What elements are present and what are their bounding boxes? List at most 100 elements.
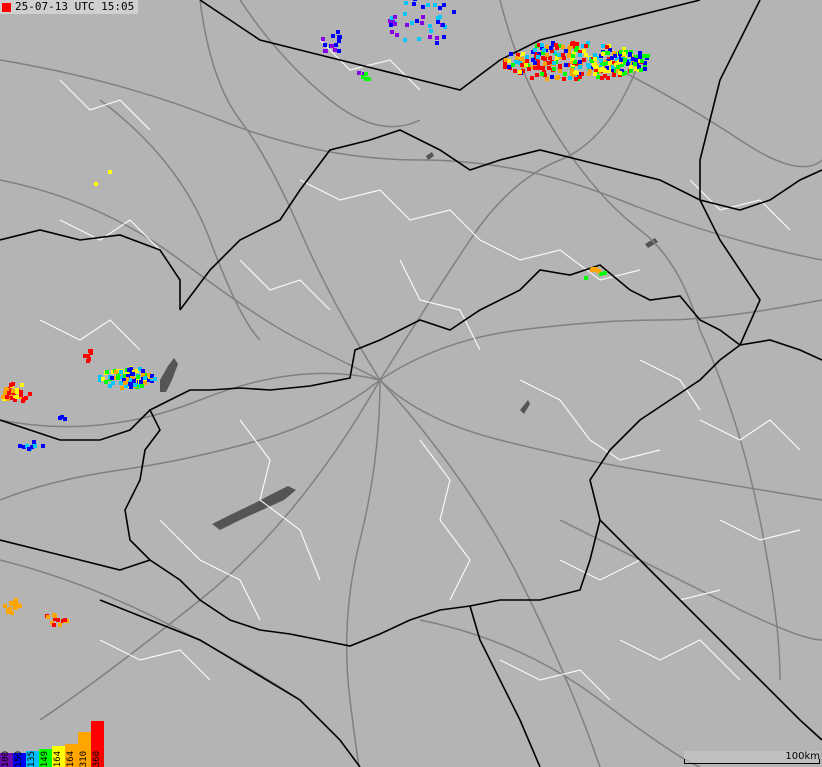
lightning-strike	[550, 75, 554, 79]
legend-bar-label: 164	[66, 750, 76, 767]
lightning-strike	[631, 57, 635, 61]
lightning-strike	[524, 63, 528, 67]
lightning-strike	[557, 53, 561, 57]
lightning-strike	[337, 49, 341, 53]
border-austria	[0, 409, 151, 441]
lightning-strike	[610, 56, 614, 60]
lightning-strike	[46, 615, 50, 619]
lightning-strike	[643, 67, 647, 71]
lightning-strike	[429, 29, 433, 33]
lightning-strike	[58, 623, 62, 627]
lightning-strike	[606, 51, 610, 55]
lightning-strike	[3, 604, 7, 608]
lightning-strike	[593, 57, 597, 61]
lightning-strike	[123, 381, 127, 385]
lightning-strike	[9, 383, 13, 387]
lightning-strike	[9, 601, 13, 605]
lightning-strike	[543, 62, 547, 66]
lightning-strike	[593, 72, 597, 76]
lightning-strike	[22, 397, 26, 401]
lightning-strike	[337, 39, 341, 43]
lightning-strike	[578, 53, 582, 57]
border-romania	[739, 339, 822, 361]
lightning-strike	[584, 44, 588, 48]
lightning-strike	[390, 30, 394, 34]
lightning-strike	[108, 170, 112, 174]
lightning-strike	[337, 35, 341, 39]
border-poland	[199, 0, 701, 91]
timestamp-label: 25-07-13 UTC 15:05	[0, 0, 139, 14]
legend-bar: 135	[26, 751, 39, 767]
lightning-strike	[543, 57, 547, 61]
lightning-strike	[564, 49, 568, 53]
lightning-strike	[441, 23, 445, 27]
lightning-strike	[19, 390, 23, 394]
legend-bar: 164	[52, 746, 65, 767]
lightning-strike	[594, 65, 598, 69]
lightning-strike	[420, 21, 424, 25]
lightning-strike	[563, 72, 567, 76]
lightning-map[interactable]: 25-07-13 UTC 15:05 100 150 135 149 164 164 310…	[0, 0, 822, 767]
lightning-strike	[321, 37, 325, 41]
lightning-strike	[602, 62, 606, 66]
lightning-strike	[1, 395, 5, 399]
lightning-strike	[584, 276, 588, 280]
lightning-strike	[403, 38, 407, 42]
lightning-strike	[10, 611, 14, 615]
lightning-strike	[601, 52, 605, 56]
scale-bar: 100km	[684, 751, 820, 764]
lightning-strike	[507, 65, 511, 69]
lightning-strike	[86, 359, 90, 363]
lightning-strike	[438, 6, 442, 10]
lightning-strike	[564, 63, 568, 67]
legend-bar: 164	[65, 744, 78, 767]
lightning-strike	[562, 56, 566, 60]
lightning-strike	[336, 30, 340, 34]
lightning-strike	[428, 24, 432, 28]
lightning-strike	[533, 48, 537, 52]
timestamp-marker-icon	[2, 2, 11, 12]
lightning-strike	[530, 76, 534, 80]
lightning-strike	[619, 58, 623, 62]
lightning-strike	[14, 603, 18, 607]
lightning-strike	[545, 53, 549, 57]
lightning-strikes	[1, 0, 650, 627]
lightning-strike	[404, 1, 408, 5]
lightning-strike	[334, 43, 338, 47]
lightning-strike	[575, 42, 579, 46]
lightning-strike	[141, 369, 145, 373]
legend-bar: 360	[91, 721, 104, 767]
lightning-strike	[552, 67, 556, 71]
lightning-strike	[395, 33, 399, 37]
lightning-strike	[588, 69, 592, 73]
lightning-strike	[547, 66, 551, 70]
lightning-strike	[638, 51, 642, 55]
lightning-strike	[504, 58, 508, 62]
lightning-strike	[525, 55, 529, 59]
lightning-strike	[116, 374, 120, 378]
lightning-strike	[438, 15, 442, 19]
lake-balaton	[212, 486, 296, 530]
admin-borders	[39, 39, 801, 701]
lightning-strike	[94, 182, 98, 186]
lightning-strike	[628, 52, 632, 56]
lightning-strike	[633, 62, 637, 66]
lightning-strike	[513, 69, 517, 73]
lightning-strike	[520, 63, 524, 67]
lightning-strike	[6, 610, 10, 614]
lightning-strike	[405, 23, 409, 27]
lightning-strike	[111, 381, 115, 385]
lightning-strike	[421, 15, 425, 19]
lightning-strike	[132, 379, 136, 383]
lightning-strike	[410, 21, 414, 25]
lightning-strike	[428, 35, 432, 39]
lightning-strike	[574, 77, 578, 81]
lightning-strike	[136, 375, 140, 379]
lightning-strike	[33, 444, 37, 448]
lightning-strike	[582, 49, 586, 53]
lightning-strike	[552, 61, 556, 65]
lightning-strike	[412, 2, 416, 6]
lightning-strike	[533, 61, 537, 65]
lightning-strike	[540, 72, 544, 76]
map-canvas	[0, 0, 822, 767]
